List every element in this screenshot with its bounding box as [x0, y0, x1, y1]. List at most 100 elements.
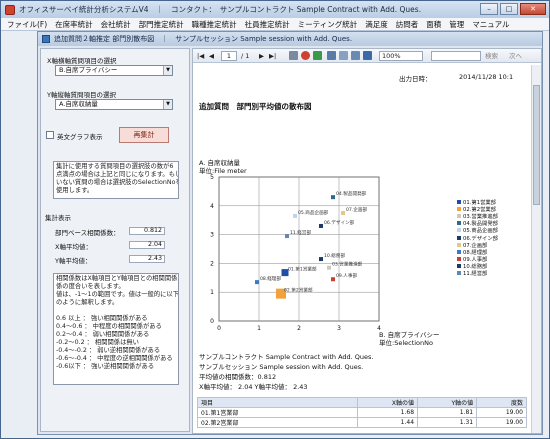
- zoom-select[interactable]: 100%: [379, 51, 423, 61]
- table-cell: 1.31: [417, 417, 478, 428]
- app-window: オフィスサーベイ統計分析システムV4 ｜ コンタクト： サンプルコントラクト S…: [0, 0, 550, 439]
- x-tick-label: 2: [297, 325, 301, 331]
- menu-company[interactable]: 会社統計: [97, 19, 135, 30]
- export-icon[interactable]: [363, 51, 372, 60]
- x-axis-label: X軸横軸質問項目の選択: [47, 57, 117, 65]
- x-axis-select[interactable]: B.自席プライバシー ▼: [55, 65, 173, 76]
- stop-icon[interactable]: [301, 51, 310, 60]
- scrollbar-thumb[interactable]: [533, 85, 540, 205]
- search-button[interactable]: 検索: [485, 51, 498, 61]
- report-title: 追加質問 部門別平均値の散布図: [199, 102, 312, 111]
- legend-swatch: [457, 257, 461, 262]
- table-cell: 19.00: [476, 417, 527, 428]
- vertical-scrollbar[interactable]: [531, 65, 541, 433]
- menu-meeting[interactable]: ミーティング統計: [294, 19, 362, 30]
- y-axis-select[interactable]: A.自席収納量 ▼: [55, 99, 173, 110]
- y-tick-label: 2: [210, 260, 214, 267]
- menu-manual[interactable]: マニュアル: [468, 19, 513, 30]
- y-axis-label: Y軸縦軸質問項目の選択: [47, 91, 116, 99]
- y-tick-label: 0: [210, 318, 214, 325]
- data-label: 09.人事部: [336, 272, 357, 279]
- legend-swatch: [457, 242, 461, 247]
- page-layout-icon[interactable]: [339, 51, 348, 60]
- legend-swatch: [457, 221, 461, 226]
- x-tick-label: 0: [217, 325, 221, 331]
- legend-swatch: [457, 206, 461, 211]
- explanation-line: のように解釈します。: [56, 299, 119, 306]
- column-header: X軸の値: [356, 397, 419, 408]
- data-label: 07.企画部: [346, 206, 367, 213]
- explanation-line: -0.6～-0.4 ： 中程度の逆相関関係がある: [56, 355, 173, 362]
- next-page-icon[interactable]: ▶: [259, 51, 264, 61]
- print-icon[interactable]: [327, 51, 336, 60]
- menu-satisfaction[interactable]: 満足度: [361, 19, 392, 30]
- legend-swatch: [457, 271, 461, 276]
- recalculate-button[interactable]: 再集計: [119, 127, 169, 143]
- stat-value: 0.812: [129, 227, 165, 235]
- data-label: 10.総務部: [324, 252, 345, 259]
- data-label: 05.商品企画部: [298, 209, 329, 216]
- close-button[interactable]: ✕: [520, 3, 546, 15]
- menu-admin[interactable]: 管理: [445, 19, 468, 30]
- menu-department[interactable]: 部門推定統計: [135, 19, 188, 30]
- prev-page-icon[interactable]: ◀: [209, 51, 214, 61]
- menu-employee[interactable]: 社員推定統計: [241, 19, 294, 30]
- x-tick-label: 1: [257, 325, 261, 331]
- back-icon[interactable]: [289, 51, 298, 60]
- first-page-icon[interactable]: |◀: [197, 51, 204, 61]
- search-input[interactable]: [431, 51, 481, 61]
- x-axis-unit: 単位:SelectionNo: [379, 339, 433, 347]
- sub-window-title: 追加質問２軸推定 部門別散布図 ｜ サンプルセッション Sample sessi…: [54, 35, 353, 43]
- page-number-input[interactable]: 1: [221, 51, 237, 61]
- correlation-summary: 平均値の相関係数：0.812: [199, 373, 277, 381]
- explanation-line: 係の度合いを表します。: [56, 283, 125, 290]
- document-icon: [42, 35, 50, 43]
- column-header: Y軸の値: [417, 397, 478, 408]
- maximize-button[interactable]: □: [500, 3, 518, 15]
- menu-job[interactable]: 職種推定統計: [188, 19, 241, 30]
- zoom-value: 100%: [382, 52, 401, 60]
- menu-attendance[interactable]: 在席率統計: [51, 19, 97, 30]
- data-point: [319, 257, 323, 262]
- legend-label: 11.経営部: [463, 271, 488, 278]
- menu-area[interactable]: 面積: [422, 19, 445, 30]
- stat-label: X軸平均値：: [55, 243, 92, 251]
- note-line: 集計に使用する質問項目の選択肢の数が6: [56, 163, 174, 170]
- sub-window: 追加質問２軸推定 部門別散布図 ｜ サンプルセッション Sample sessi…: [37, 31, 543, 435]
- chevron-down-icon: ▼: [163, 100, 172, 109]
- data-point: [341, 211, 345, 215]
- note-line: いない質問の場合は選択肢のSelectionNoを: [56, 179, 179, 186]
- explanation-line: 相関係数はX軸項目とY軸項目との相関関係: [56, 275, 178, 282]
- data-point: [331, 195, 335, 200]
- minimize-button[interactable]: –: [480, 3, 498, 15]
- page-count: / 1: [241, 52, 250, 60]
- output-date-label: 出力日時：: [399, 75, 432, 83]
- session-name: サンプルセッション Sample session with Add. Ques.: [199, 363, 364, 371]
- output-date: 2014/11/28 10:1: [459, 73, 514, 81]
- table-cell: 02.第2営業部: [197, 417, 358, 428]
- next-button[interactable]: 次へ: [509, 51, 522, 61]
- note-line: 点満点の場合は上記と同じになります。もし、: [56, 171, 179, 178]
- page-setup-icon[interactable]: [351, 51, 360, 60]
- english-graph-checkbox[interactable]: [46, 131, 54, 139]
- explanation-line: 0.2～0.4 ： 弱い相関関係がある: [56, 331, 150, 338]
- refresh-icon[interactable]: [313, 51, 322, 60]
- last-page-icon[interactable]: ▶|: [269, 51, 276, 61]
- report-toolbar: |◀ ◀ 1 / 1 ▶ ▶| 100% 検索 次へ: [193, 49, 541, 63]
- chart-legend: 01.第1営業部 02.第2営業部 03.営業推進部 04.製品開発部 05.商品企画部…: [457, 198, 498, 277]
- table-cell: 19.00: [476, 407, 527, 418]
- x-tick-label: 3: [337, 325, 341, 331]
- y-tick-label: 5: [210, 174, 214, 181]
- column-header: 項目: [197, 397, 358, 408]
- data-label: 11.経営部: [290, 229, 311, 236]
- table-cell: 1.68: [356, 407, 419, 418]
- report-page: 出力日時： 2014/11/28 10:1 追加質問 部門別平均値の散布図 A.…: [195, 65, 529, 433]
- data-point: [331, 277, 335, 282]
- menu-visitor[interactable]: 訪問者: [392, 19, 423, 30]
- menu-bar: ファイル(F) 在席率統計 会社統計 部門推定統計 職種推定統計 社員推定統計 …: [1, 18, 549, 31]
- results-table: 項目 X軸の値 Y軸の値 度数 01.第1営業部 1.68 1.81 19.00…: [197, 397, 527, 428]
- menu-file[interactable]: ファイル(F): [3, 19, 51, 30]
- sub-window-title-bar: 追加質問２軸推定 部門別散布図 ｜ サンプルセッション Sample sessi…: [38, 32, 542, 46]
- stat-label: Y軸平均値：: [55, 257, 92, 265]
- data-label: 04.製品開発部: [336, 190, 367, 197]
